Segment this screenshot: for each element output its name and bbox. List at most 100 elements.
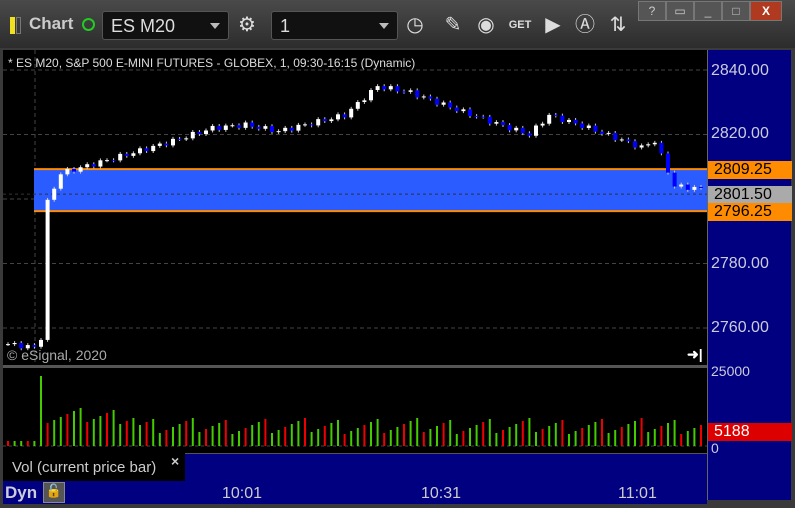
candle — [501, 122, 505, 126]
candle — [666, 153, 670, 173]
candle — [124, 153, 129, 156]
price-label: 2760.00 — [711, 319, 769, 336]
candle — [520, 127, 525, 134]
scroll-to-end-icon[interactable]: ➜| — [687, 346, 703, 363]
candle — [606, 132, 611, 134]
candle — [171, 138, 175, 146]
candle — [441, 102, 446, 105]
candle — [6, 344, 10, 346]
study-icon[interactable]: ◉ — [470, 11, 502, 40]
candle — [131, 153, 136, 156]
candle — [494, 122, 499, 124]
lower-line-tag: 2796.25 — [708, 203, 792, 221]
candle — [580, 123, 585, 129]
candle — [586, 125, 591, 129]
candle — [289, 127, 294, 131]
time-axis[interactable]: Dyn 🔓 — [3, 481, 707, 504]
minimize-button[interactable]: _ — [694, 1, 722, 21]
chevron-down-icon — [379, 23, 389, 29]
candle — [98, 160, 103, 167]
candle — [118, 153, 123, 161]
dyn-mode[interactable]: Dyn — [5, 483, 37, 503]
candle — [204, 130, 208, 135]
candle — [138, 148, 142, 154]
status-circle-icon — [82, 18, 95, 31]
candle — [540, 123, 545, 126]
symbol-value: ES M20 — [111, 16, 176, 36]
candle — [560, 115, 565, 123]
lock-clock-icon[interactable]: 🔓 — [43, 482, 65, 503]
price-axis[interactable]: 2840.00 2820.00 2780.00 2760.00 2809.25 … — [707, 50, 792, 500]
candle — [375, 86, 380, 91]
menu-button[interactable]: ▭ — [666, 1, 694, 21]
link-arrows-icon[interactable]: ⇅ — [602, 11, 634, 40]
link-indicator[interactable] — [16, 17, 21, 34]
candle — [263, 126, 268, 129]
candle — [646, 144, 651, 146]
candle — [362, 100, 367, 103]
candle — [626, 139, 631, 142]
candle — [600, 131, 604, 134]
candle — [593, 125, 598, 132]
pencil-icon[interactable]: ✎ — [437, 11, 469, 40]
time-label: 10:31 — [421, 485, 462, 502]
candle — [65, 168, 70, 175]
symbol-dropdown[interactable]: ES M20 — [102, 11, 229, 40]
candle — [111, 160, 116, 162]
candle — [369, 90, 373, 101]
candle — [454, 107, 459, 112]
candle — [91, 164, 96, 167]
candle — [243, 122, 248, 128]
candle — [402, 91, 406, 93]
price-chart[interactable]: * ES M20, S&P 500 E-MINI FUTURES - GLOBE… — [3, 50, 707, 365]
alert-icon[interactable]: Ⓐ — [569, 11, 601, 40]
price-label: 2820.00 — [711, 125, 769, 142]
clock-icon[interactable]: ◷ — [399, 11, 431, 40]
candle — [699, 186, 703, 188]
candle — [461, 109, 466, 112]
candle — [329, 119, 334, 122]
candle — [692, 186, 697, 190]
candle — [395, 86, 400, 92]
interval-dropdown[interactable]: 1 — [271, 11, 398, 40]
price-label: 2780.00 — [711, 255, 769, 272]
maximize-button[interactable]: □ — [722, 1, 750, 21]
candle — [276, 131, 281, 133]
candle — [382, 86, 387, 90]
candle — [639, 145, 644, 148]
candle — [270, 126, 274, 132]
candle — [388, 86, 393, 90]
candle — [487, 116, 492, 124]
candle — [355, 102, 360, 109]
candle — [52, 188, 57, 200]
candle — [190, 131, 195, 139]
candle — [435, 98, 439, 105]
candle — [534, 125, 538, 136]
time-label: 10:01 — [222, 485, 263, 502]
candle — [527, 133, 532, 136]
candle — [144, 148, 149, 152]
window-title: Chart — [29, 14, 74, 33]
volume-zero-label: 0 — [711, 440, 719, 456]
candle — [210, 125, 215, 131]
candle — [58, 174, 63, 189]
candle — [85, 164, 90, 168]
gear-icon[interactable]: ⚙ — [231, 11, 263, 40]
link-color-indicator[interactable] — [10, 17, 15, 34]
candle — [336, 114, 340, 120]
help-button[interactable]: ? — [638, 1, 666, 21]
candle — [474, 116, 479, 118]
candle — [177, 138, 182, 140]
get-icon[interactable]: GET — [504, 11, 536, 40]
play-icon[interactable]: ▶ — [537, 11, 569, 40]
volume-max-label: 25000 — [711, 363, 750, 379]
candle — [573, 119, 578, 124]
close-study-icon[interactable]: × — [171, 453, 179, 469]
candle — [685, 184, 690, 190]
close-button[interactable]: X — [750, 1, 782, 21]
candle — [633, 141, 637, 148]
candle — [613, 132, 618, 141]
price-plot — [3, 50, 707, 365]
candle — [78, 167, 83, 172]
candle — [12, 343, 17, 345]
